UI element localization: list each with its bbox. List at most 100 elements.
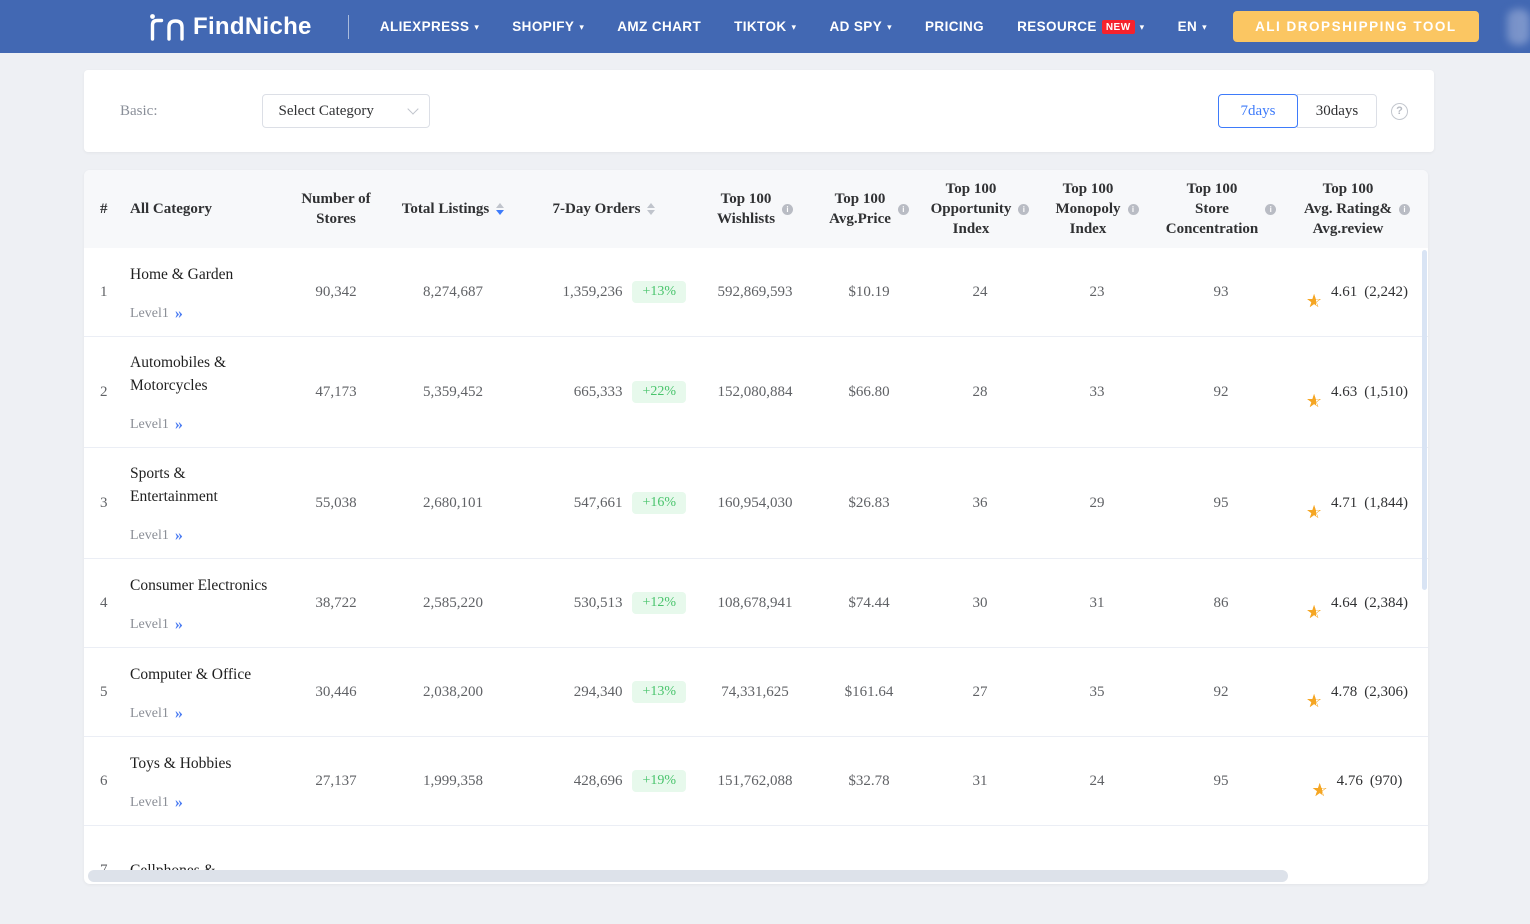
orders-cell: 665,333 +22% [514,381,694,403]
rating-value: 4.61 [1331,283,1358,300]
opportunity-index-value: 31 [972,772,988,789]
ali-dropshipping-tool-button[interactable]: ALI DROPSHIPPING TOOL [1233,11,1479,42]
category-cell: Home & Garden Level1 » [124,263,280,322]
level-link[interactable]: Level1 » [130,794,270,811]
header-top100-avg-rating-review: Top 100 Avg. Rating& Avg.review i [1286,179,1428,239]
orders-change-badge: +16% [632,492,686,514]
rating-cell: ☆ ★ 4.76 (970) [1311,772,1403,800]
orders-change-badge: +22% [632,381,686,403]
category-name[interactable]: Sports & Entertainment [130,462,270,508]
category-cell: Automobiles & Motorcycles Level1 » [124,351,280,433]
category-name[interactable]: Toys & Hobbies [130,752,270,775]
rating-value: 4.64 [1331,594,1358,611]
vertical-scrollbar[interactable] [1422,250,1427,590]
listings-value: 1,999,358 [423,772,483,789]
filter-bar: Basic: Select Category 7days 30days ? [84,70,1434,152]
brand-name: FindNiche [193,12,312,40]
category-select[interactable]: Select Category [261,94,430,128]
nav-item-shopify[interactable]: SHOPIFY ▾ [512,19,584,34]
brand-logo[interactable]: FindNiche [148,12,312,42]
rating-cell: ☆ ★ 4.71 (1,844) [1306,494,1408,522]
level-link[interactable]: Level1 » [130,528,270,544]
info-icon[interactable]: i [1399,203,1411,215]
chevron-down-icon: ▾ [1202,22,1208,32]
header-7-day-orders[interactable]: 7-Day Orders [514,199,694,219]
orders-cell: 294,340 +13% [514,681,694,703]
sort-icon[interactable] [496,203,505,215]
category-cell: Sports & Entertainment Level1 » [124,462,280,544]
horizontal-scrollbar[interactable] [88,870,1288,882]
store-concentration-value: 95 [1213,494,1229,511]
sort-icon[interactable] [647,203,656,215]
chevron-down-icon: ▾ [579,22,585,32]
orders-change-badge: +13% [632,281,686,303]
opportunity-index-value: 27 [972,683,988,700]
chevron-down-icon [406,103,419,115]
avg-price-value: $10.19 [848,283,890,300]
store-concentration-value: 92 [1213,683,1229,700]
info-icon[interactable]: i [782,203,794,215]
category-name[interactable]: Consumer Electronics [130,574,270,597]
blurred-account-area[interactable] [1506,8,1530,45]
stores-value: 38,722 [315,594,357,611]
orders-value: 665,333 [573,383,623,400]
wishlists-value: 74,331,625 [721,683,789,700]
store-concentration-value: 86 [1213,594,1229,611]
store-concentration-value: 93 [1213,283,1229,300]
row-index: 2 [100,383,108,400]
level-link[interactable]: Level1 » [130,417,270,433]
rating-value: 4.71 [1331,494,1358,511]
category-name[interactable]: Automobiles & Motorcycles [130,351,270,397]
level-link[interactable]: Level1 » [130,704,270,722]
info-icon[interactable]: i [1127,203,1139,215]
reviews-count: (1,510) [1364,383,1408,400]
nav-item-language[interactable]: EN ▾ [1178,19,1207,34]
row-index: 1 [100,283,108,300]
level-link[interactable]: Level1 » [130,305,270,322]
double-chevron-right-icon: » [174,704,183,722]
help-question-icon[interactable]: ? [1391,102,1408,120]
nav-item-aliexpress[interactable]: ALIEXPRESS ▾ [380,19,479,34]
listings-value: 2,038,200 [423,683,483,700]
header-hash: # [100,201,108,217]
chevron-down-icon: ▾ [1139,22,1145,32]
avg-price-value: $26.83 [848,494,890,511]
nav-item-amz-chart[interactable]: AMZ CHART [617,19,701,34]
category-cell: Computer & Office Level1 » [124,663,280,722]
wishlists-value: 152,080,884 [717,383,793,400]
basic-label: Basic: [120,102,158,119]
range-toggle: 7days 30days [1218,94,1377,128]
nav-item-resource[interactable]: RESOURCE NEW ▾ [1017,19,1144,34]
category-name[interactable]: Home & Garden [130,263,270,286]
info-icon[interactable]: i [1265,203,1277,215]
orders-value: 294,340 [573,683,623,700]
header-total-listings[interactable]: Total Listings [392,199,514,219]
info-icon[interactable]: i [897,203,909,215]
table-row: 1 Home & Garden Level1 » 90,342 8,274,68… [84,248,1428,337]
header-top100-opportunity-index: Top 100 Opportunity Index i [922,179,1038,239]
category-name[interactable]: Computer & Office [130,663,270,686]
level-link[interactable]: Level1 » [130,616,270,633]
nav-item-ad-spy[interactable]: AD SPY ▾ [829,19,892,34]
double-chevron-right-icon: » [174,527,183,544]
orders-value: 547,661 [573,494,623,511]
table-body: 1 Home & Garden Level1 » 90,342 8,274,68… [84,248,1428,884]
rating-cell: ☆ ★ 4.61 (2,242) [1306,283,1408,311]
monopoly-index-value: 35 [1089,683,1105,700]
reviews-count: (2,242) [1364,283,1408,300]
reviews-count: (2,384) [1364,594,1408,611]
row-index: 6 [100,772,108,789]
table-row: 3 Sports & Entertainment Level1 » 55,038… [84,448,1428,559]
header-number-of-stores: Number of Stores [301,191,371,227]
nav-item-pricing[interactable]: PRICING [925,19,984,34]
chevron-down-icon: ▾ [791,22,797,32]
rating-cell: ☆ ★ 4.64 (2,384) [1306,594,1408,622]
rating-value: 4.78 [1331,683,1358,700]
range-7days-button[interactable]: 7days [1218,94,1298,128]
range-30days-button[interactable]: 30days [1297,94,1377,128]
header-top100-avg-price: Top 100 Avg.Price i [816,189,922,229]
nav-item-tiktok[interactable]: TIKTOK ▾ [734,19,796,34]
info-icon[interactable]: i [1018,203,1030,215]
header-top100-monopoly-index: Top 100 Monopoly Index i [1038,179,1156,239]
opportunity-index-value: 36 [972,494,988,511]
